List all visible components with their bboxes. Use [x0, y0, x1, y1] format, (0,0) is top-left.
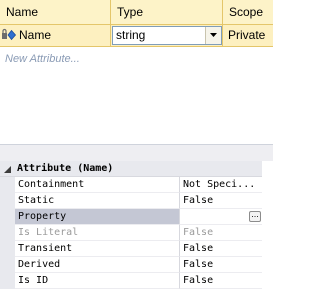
category-label: Attribute (Name) [17, 163, 114, 174]
property-value[interactable]: False [180, 257, 273, 273]
property-name: Containment [15, 177, 180, 193]
property-value[interactable]: False [180, 273, 273, 289]
column-header-name[interactable]: Name [0, 0, 111, 25]
property-category[interactable]: Attribute (Name) [0, 161, 273, 177]
property-row-property[interactable]: Property ... [0, 209, 273, 225]
column-header-type[interactable]: Type [111, 0, 223, 25]
property-row-is-literal: Is Literal False [0, 225, 273, 241]
attributes-grid: Name Type Scope Name string Private New … [0, 0, 273, 144]
property-grid: Attribute (Name) Containment Not Speci..… [0, 161, 273, 293]
collapse-icon[interactable] [4, 166, 11, 173]
column-header-scope[interactable]: Scope [223, 0, 273, 25]
property-value[interactable]: Not Speci... [180, 177, 273, 193]
property-name: Property [15, 209, 180, 225]
property-row-derived[interactable]: Derived False [0, 257, 273, 273]
ellipsis-button[interactable]: ... [249, 211, 261, 222]
scrollbar-area[interactable] [262, 161, 273, 293]
property-row-transient[interactable]: Transient False [0, 241, 273, 257]
type-value: string [116, 28, 146, 42]
dropdown-arrow-button[interactable] [205, 27, 221, 44]
type-dropdown[interactable]: string [112, 26, 222, 45]
property-name: Static [15, 193, 180, 209]
property-name: Is ID [15, 273, 180, 289]
property-name: Is Literal [15, 225, 180, 241]
attribute-row[interactable]: Name string Private [0, 25, 273, 47]
property-value: False [180, 225, 273, 241]
property-name: Derived [15, 257, 180, 273]
new-attribute-placeholder[interactable]: New Attribute... [5, 53, 80, 65]
panel-splitter[interactable] [0, 144, 273, 161]
attribute-name-cell[interactable]: Name [0, 25, 111, 46]
property-name: Transient [15, 241, 180, 257]
attribute-icon [2, 28, 17, 41]
attribute-name: Name [19, 28, 52, 42]
grid-header: Name Type Scope [0, 0, 273, 25]
attribute-scope-cell[interactable]: Private [223, 25, 273, 46]
property-value[interactable]: False [180, 241, 273, 257]
property-row-static[interactable]: Static False [0, 193, 273, 209]
attribute-type-cell: string [111, 25, 223, 46]
property-row-is-id[interactable]: Is ID False [0, 273, 273, 289]
chevron-down-icon [210, 33, 217, 37]
property-value[interactable]: False [180, 193, 273, 209]
property-row-containment[interactable]: Containment Not Speci... [0, 177, 273, 193]
